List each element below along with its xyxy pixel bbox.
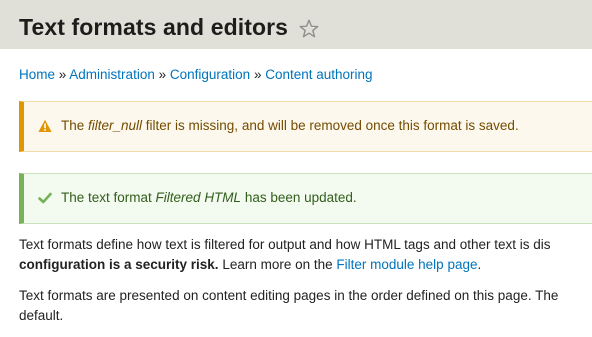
breadcrumb-separator: »	[58, 67, 70, 82]
breadcrumb-administration[interactable]: Administration	[69, 67, 155, 82]
description-line: Text formats are presented on content ed…	[19, 288, 559, 303]
security-warning-text: configuration is a security risk.	[19, 257, 219, 272]
page-title: Text formats and editors	[19, 14, 289, 40]
breadcrumb: Home » Administration » Configuration » …	[19, 67, 373, 82]
warning-message: The filter_null filter is missing, and w…	[19, 101, 592, 152]
description-line: configuration is a security risk. Learn …	[19, 257, 482, 272]
warning-icon	[38, 119, 52, 132]
format-name: Filtered HTML	[155, 190, 242, 205]
breadcrumb-configuration[interactable]: Configuration	[170, 67, 250, 82]
description-line: Text formats define how text is filtered…	[19, 237, 551, 252]
description-paragraph-2: Text formats are presented on content ed…	[19, 286, 558, 326]
breadcrumb-home[interactable]: Home	[19, 67, 55, 82]
status-message: The text format Filtered HTML has been u…	[19, 173, 592, 224]
filter-name: filter_null	[88, 118, 143, 133]
status-text: The text format Filtered HTML has been u…	[61, 190, 357, 205]
description-paragraph-1: Text formats define how text is filtered…	[19, 235, 551, 275]
description-line: default.	[19, 308, 64, 323]
page-header: Text formats and editors	[0, 0, 592, 49]
warning-text: The filter_null filter is missing, and w…	[61, 118, 519, 133]
breadcrumb-separator: »	[158, 67, 170, 82]
star-icon[interactable]	[298, 18, 320, 40]
filter-help-link[interactable]: Filter module help page	[336, 257, 477, 272]
breadcrumb-separator: »	[253, 67, 266, 82]
breadcrumb-content-authoring[interactable]: Content authoring	[265, 67, 372, 82]
check-icon	[38, 192, 52, 204]
